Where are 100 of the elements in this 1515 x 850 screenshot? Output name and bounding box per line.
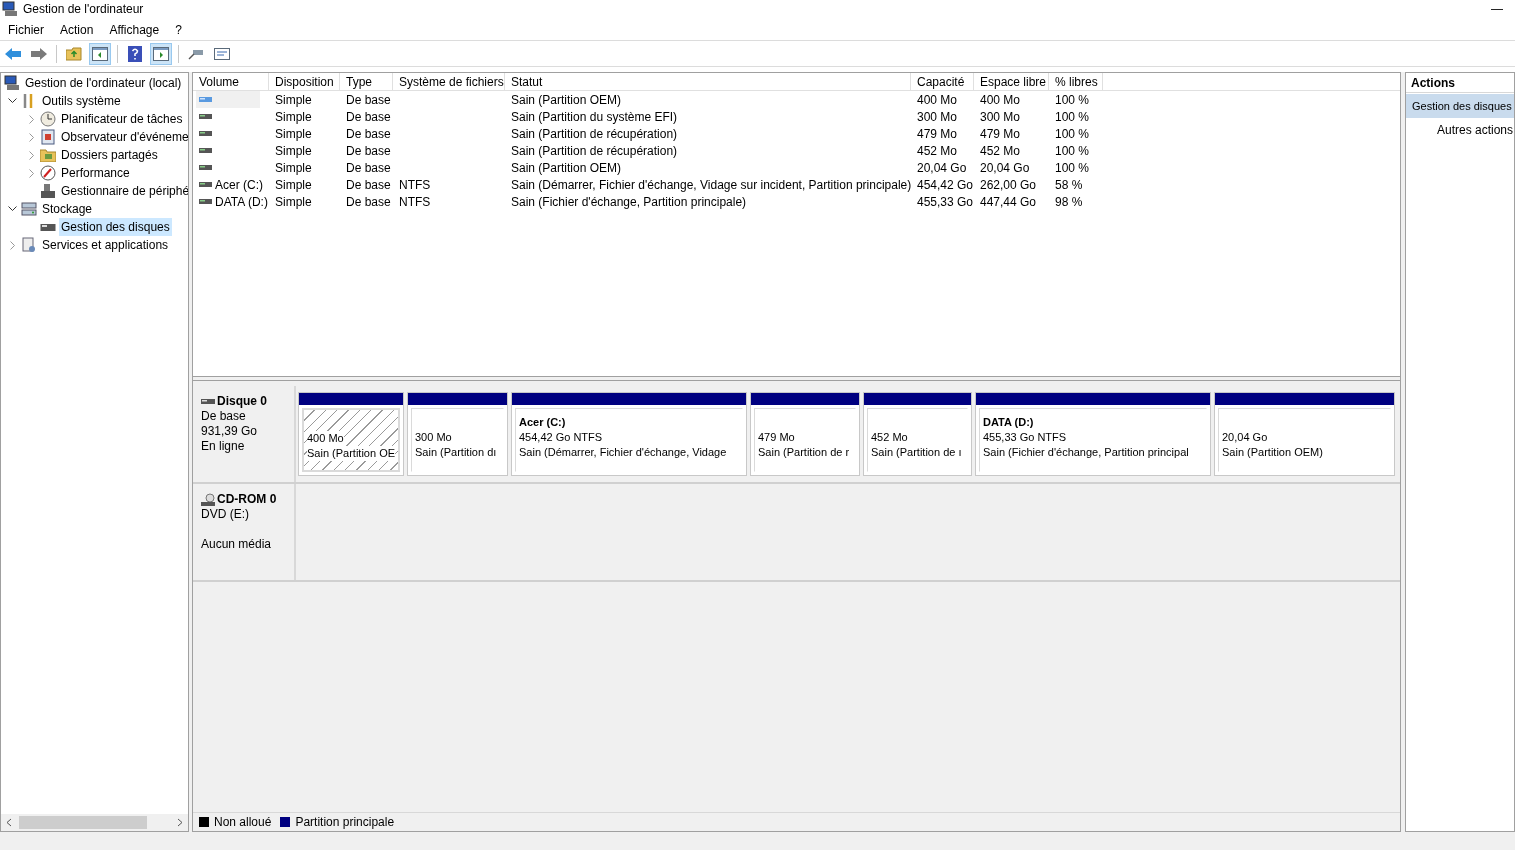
expand-chevron-icon[interactable]	[9, 240, 16, 250]
menu-item[interactable]: Affichage	[109, 20, 160, 39]
disk-info: 931,39 Go	[201, 424, 259, 439]
device-icon	[40, 183, 56, 199]
column-header[interactable]: Volume	[193, 73, 269, 90]
computer-icon	[2, 1, 18, 17]
disk-info: DVD (E:)	[201, 507, 250, 522]
table-cell-text: 452 Mo	[980, 142, 1021, 160]
collapse-chevron-icon[interactable]	[8, 206, 17, 212]
partition-block[interactable]: DATA (D:) 455,33 Go NTFS Sain (Fichier d'échange, Partition principal	[975, 392, 1211, 476]
toolbar-button[interactable]	[150, 42, 172, 65]
tree-item[interactable]: Planificateur de tâches	[59, 110, 185, 128]
table-cell-text: 300 Mo	[980, 108, 1021, 126]
disk-name: Disque 0	[217, 394, 267, 409]
shared-folder-icon	[40, 148, 56, 162]
actions-title: Actions	[1406, 73, 1514, 93]
table-cell-text: Sain (Partition OEM)	[511, 159, 622, 177]
tree-item[interactable]: Services et applications	[40, 236, 171, 254]
partition-block[interactable]: 20,04 Go Sain (Partition OEM)	[1214, 392, 1395, 476]
help-icon	[128, 45, 142, 62]
tree-item[interactable]: Gestionnaire de périphé	[59, 182, 188, 200]
partition-block[interactable]: 400 Mo Sain (Partition OE	[298, 392, 404, 476]
action-link[interactable]: Autres actions	[1406, 118, 1514, 142]
table-cell-text: 100 %	[1055, 91, 1090, 109]
table-cell-text: Simple	[275, 193, 312, 211]
column-header[interactable]: Capacité	[911, 73, 974, 90]
cd-drive-icon	[201, 493, 215, 506]
drive-icon	[199, 199, 212, 204]
table-cell-text: Sain (Partition du système EFI)	[511, 108, 678, 126]
partition-status: Sain (Fichier d'échange, Partition principal	[983, 445, 1189, 460]
partition-status: Sain (Partition OEM)	[1222, 445, 1323, 460]
partition-block[interactable]: Acer (C:) 454,42 Go NTFS Sain (Démarrer, Fichier d'échange, Vidage	[511, 392, 747, 476]
tree-item[interactable]: Observateur d'événeme	[59, 128, 188, 146]
tree-item[interactable]: Gestion des disques	[59, 218, 172, 236]
column-header[interactable]: Disposition	[269, 73, 340, 90]
scrollbar-thumb[interactable]	[19, 816, 147, 829]
table-cell-text: Simple	[275, 142, 312, 160]
column-header[interactable]: Type	[340, 73, 393, 90]
menu-item[interactable]: Fichier	[8, 20, 44, 39]
window-title: Gestion de l'ordinateur	[23, 1, 144, 18]
table-cell-text: 447,44 Go	[980, 193, 1037, 211]
toolbar-button[interactable]	[89, 42, 111, 65]
table-cell-text: Sain (Fichier d'échange, Partition principale)	[511, 193, 747, 211]
tree-item[interactable]: Performance	[59, 164, 132, 182]
table-cell-text: Simple	[275, 108, 312, 126]
partition-status: Sain (Partition dı	[415, 445, 497, 460]
partition-status: Sain (Partition de r	[758, 445, 850, 460]
table-cell-text: Simple	[275, 159, 312, 177]
table-cell-text: Sain (Partition OEM)	[511, 91, 622, 109]
plug-icon	[188, 47, 204, 60]
table-cell-text: 100 %	[1055, 108, 1090, 126]
minimize-button[interactable]: —	[1474, 0, 1515, 18]
tree-item[interactable]: Dossiers partagés	[59, 146, 160, 164]
table-cell-text: De base	[346, 125, 391, 143]
drive-icon	[199, 97, 212, 102]
table-cell-text: Simple	[275, 176, 312, 194]
disk-name: CD-ROM 0	[217, 492, 277, 507]
column-header[interactable]: % libres	[1049, 73, 1103, 90]
column-header[interactable]: Système de fichiers	[393, 73, 505, 90]
column-header[interactable]: Statut	[505, 73, 911, 90]
partition-block[interactable]: 479 Mo Sain (Partition de r	[750, 392, 860, 476]
legend-label: Partition principale	[295, 814, 395, 831]
forward-arrow-icon	[31, 47, 47, 60]
table-cell-text: 20,04 Go	[980, 159, 1030, 177]
table-cell-text: NTFS	[399, 193, 431, 211]
disk-info: De base	[201, 409, 247, 424]
partition-status: Sain (Partition de ı	[871, 445, 962, 460]
actions-section-header[interactable]: Gestion des disques	[1406, 94, 1514, 118]
table-cell-text: 400 Mo	[980, 91, 1021, 109]
tree-item[interactable]: Gestion de l'ordinateur (local)	[23, 74, 184, 92]
partition-status: Sain (Partition OE	[307, 446, 396, 461]
table-cell-text: Simple	[275, 125, 312, 143]
partition-size: 455,33 Go NTFS	[983, 430, 1067, 445]
collapse-chevron-icon[interactable]	[8, 98, 17, 104]
partition-block[interactable]: 452 Mo Sain (Partition de ı	[863, 392, 972, 476]
table-cell-text: 479 Mo	[980, 125, 1021, 143]
properties-icon	[214, 47, 230, 60]
table-cell-text: 454,42 Go	[917, 176, 974, 194]
drive-icon	[199, 148, 212, 153]
table-cell-text: Sain (Démarrer, Fichier d'échange, Vidage sur incident, Partition principale)	[511, 176, 912, 194]
menu-item[interactable]: ?	[175, 20, 182, 39]
table-cell-text: 262,00 Go	[980, 176, 1037, 194]
pane-icon	[153, 46, 169, 61]
column-header[interactable]: Espace libre	[974, 73, 1049, 90]
tree-item[interactable]: Stockage	[40, 200, 95, 218]
pane-icon	[92, 46, 108, 61]
partition-block[interactable]: 300 Mo Sain (Partition dı	[407, 392, 508, 476]
drive-icon	[199, 131, 212, 136]
tree-item[interactable]: Outils système	[40, 92, 123, 110]
table-cell-text: 400 Mo	[917, 91, 958, 109]
partition-name: DATA (D:)	[983, 415, 1035, 430]
menu-item[interactable]: Action	[60, 20, 94, 39]
disk-info: Aucun média	[201, 537, 273, 552]
table-cell-text: 20,04 Go	[917, 159, 967, 177]
table-cell-text: Simple	[275, 91, 312, 109]
table-cell-text: De base	[346, 91, 391, 109]
clock-icon	[40, 111, 56, 127]
table-cell-text: De base	[346, 108, 391, 126]
table-cell-text: 300 Mo	[917, 108, 958, 126]
storage-icon	[21, 201, 37, 217]
